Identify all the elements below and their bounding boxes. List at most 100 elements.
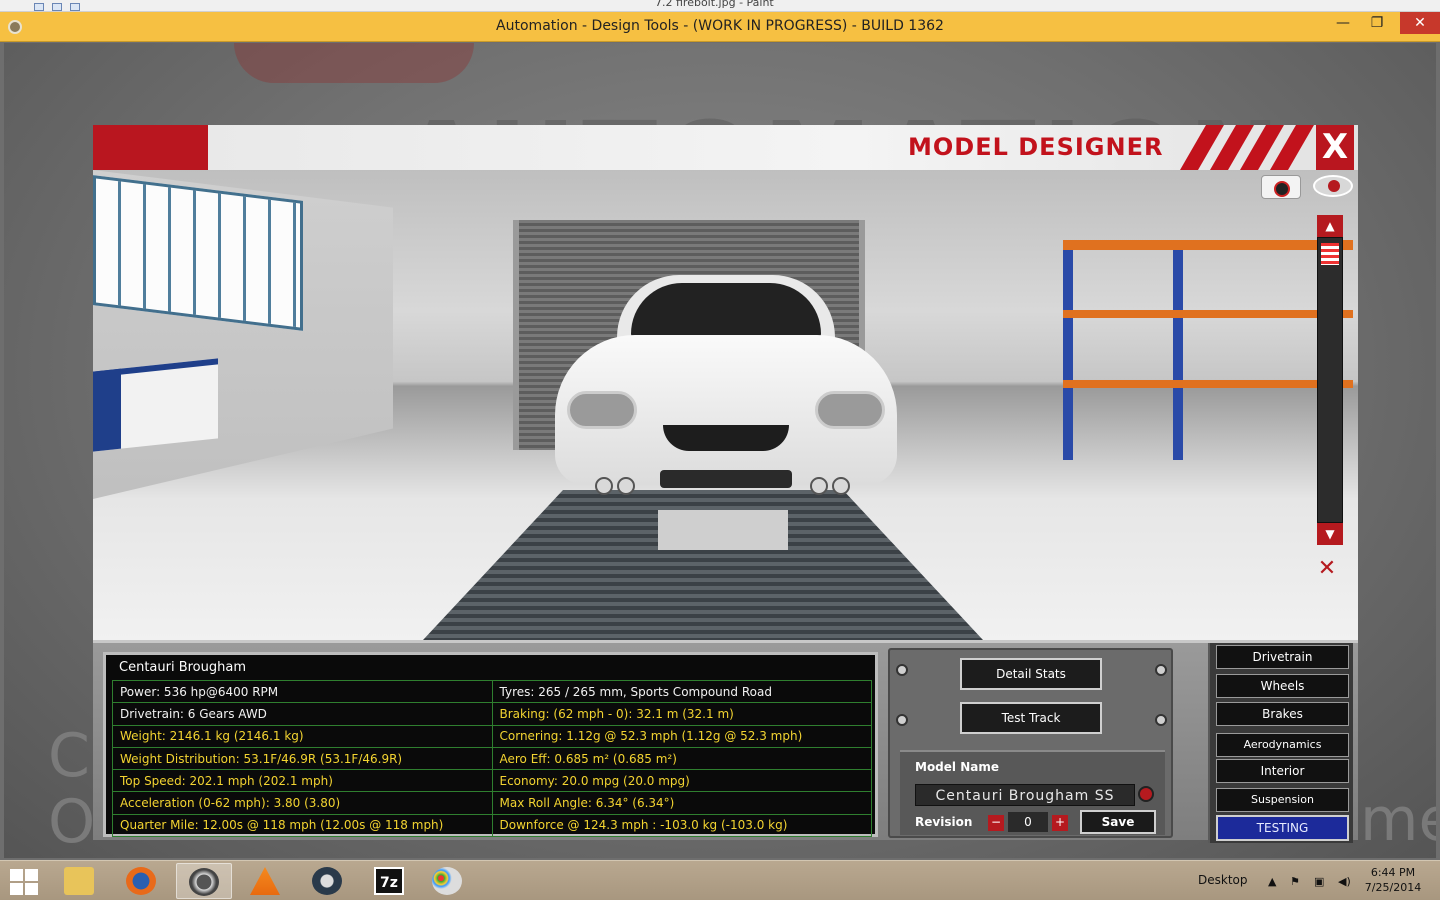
taskbar-vlc[interactable] [238,863,294,899]
stat-cornering: Cornering: 1.12g @ 52.3 mph (1.12g @ 52.… [491,724,872,748]
tray-expand-icon[interactable]: ▲ [1268,875,1276,888]
taskbar-automation[interactable] [176,863,232,899]
camera-icon[interactable] [1261,175,1301,199]
automation-icon [189,868,219,896]
stats-table: Power: 536 hp@6400 RPM Tyres: 265 / 265 m… [112,679,872,838]
stat-top-speed: Top Speed: 202.1 mph (202.1 mph) [112,769,493,793]
flag-icon[interactable]: ⚑ [1290,875,1300,888]
revision-value: 0 [1008,812,1048,832]
shelf-post [1063,250,1073,460]
save-button[interactable]: Save [1080,810,1156,834]
car-lift [658,510,788,550]
taskbar-7zip[interactable]: 7z [362,863,418,899]
category-wheels[interactable]: Wheels [1216,674,1349,698]
zoom-down-button[interactable]: ▼ [1317,523,1343,545]
taskbar-file-explorer[interactable] [52,863,108,899]
stat-weight: Weight: 2146.1 kg (2146.1 kg) [112,724,493,748]
panel-rivet [1155,714,1167,726]
car-headlight-right [815,391,885,429]
fog-light [617,477,635,495]
taskbar-paint[interactable] [420,863,476,899]
stat-aero-eff: Aero Eff: 0.685 m² (0.685 m²) [491,746,872,771]
background-text-right: me [1360,785,1436,855]
car-bumper-intake [660,470,792,488]
stat-power: Power: 536 hp@6400 RPM [112,679,493,704]
7zip-icon: 7z [374,867,404,895]
stats-row: Weight Distribution: 53.1F/46.9R (53.1F/… [112,746,872,771]
zoom-scroll-thumb[interactable] [1321,243,1339,265]
close-designer-button[interactable]: X [1316,125,1354,170]
car-headlight-left [567,391,637,429]
designer-header [93,125,1358,170]
background-car-image [234,43,474,83]
category-brakes[interactable]: Brakes [1216,702,1349,726]
window-titlebar: Automation - Design Tools - (WORK IN PRO… [0,12,1440,42]
stat-drivetrain: Drivetrain: 6 Gears AWD [112,702,493,726]
shelf-post [1173,250,1183,460]
clock-time: 6:44 PM [1370,866,1416,879]
category-interior[interactable]: Interior [1216,759,1349,783]
clock-date: 7/25/2014 [1364,881,1422,894]
category-testing[interactable]: TESTING [1216,815,1349,841]
stat-roll-angle: Max Roll Angle: 6.34° (6.34°) [491,791,872,815]
firefox-icon [126,867,156,895]
network-icon[interactable]: ▣ [1314,875,1324,888]
car-windshield [631,283,821,339]
fog-light [832,477,850,495]
stat-acceleration: Acceleration (0-62 mph): 3.80 (3.80) [112,791,493,815]
category-drivetrain[interactable]: Drivetrain [1216,645,1349,669]
close-window-button[interactable]: ✕ [1400,12,1440,34]
stat-tyres: Tyres: 265 / 265 mm, Sports Compound Roa… [491,679,872,704]
zoom-up-button[interactable]: ▲ [1317,215,1343,237]
system-clock[interactable]: 6:44 PM 7/25/2014 [1364,865,1422,895]
category-aerodynamics[interactable]: Aerodynamics [1216,733,1349,757]
panel-rivet [1155,664,1167,676]
taskbar: 7z Desktop ▲ ⚑ ▣ ◀) 6:44 PM 7/25/2014 [0,860,1440,900]
paint-title: 7.2 firebolt.jpg - Paint [655,0,774,9]
maximize-button[interactable]: ❐ [1362,12,1392,42]
steam-icon [312,867,342,895]
revision-increment-button[interactable]: + [1052,815,1068,831]
reset-name-icon[interactable] [1138,786,1154,802]
designer-title: MODEL DESIGNER [908,133,1164,161]
stats-row: Drivetrain: 6 Gears AWD Braking: (62 mph … [112,702,872,726]
background-text-left: CO [48,721,96,857]
model-name-input[interactable]: Centauri Brougham SS [915,784,1135,806]
shelf-board [1063,380,1353,388]
shelf-board [1063,310,1353,318]
stats-panel: Centauri Brougham Power: 536 hp@6400 RPM… [103,652,878,838]
stat-downforce: Downforce @ 124.3 mph : -103.0 kg (-103.… [491,813,872,838]
eye-icon[interactable] [1313,175,1353,197]
quick-access-toolbar[interactable] [34,1,104,11]
windows-start-icon[interactable] [10,869,40,895]
desktop-toolbar-label[interactable]: Desktop [1198,873,1248,887]
revision-label: Revision [915,815,973,829]
fog-light [810,477,828,495]
car-3d-viewport[interactable] [93,170,1358,640]
taskbar-steam[interactable] [300,863,356,899]
revision-decrement-button[interactable]: − [988,815,1004,831]
stats-row: Power: 536 hp@6400 RPM Tyres: 265 / 265 m… [112,679,872,704]
test-track-button[interactable]: Test Track [960,702,1102,734]
zoom-scrollbar[interactable] [1317,237,1343,523]
model-name-label: Model Name [915,760,999,774]
model-name-section: Model Name Centauri Brougham SS Revision… [900,750,1165,835]
stat-economy: Economy: 20.0 mpg (20.0 mpg) [491,769,872,793]
stats-row: Weight: 2146.1 kg (2146.1 kg) Cornering: … [112,724,872,748]
stats-row: Acceleration (0-62 mph): 3.80 (3.80) Max … [112,791,872,815]
reset-camera-icon[interactable]: ✕ [1307,557,1347,581]
window-title: Automation - Design Tools - (WORK IN PRO… [496,18,944,34]
bottom-panel: Centauri Brougham Power: 536 hp@6400 RPM… [93,640,1358,843]
stats-row: Quarter Mile: 12.00s @ 118 mph (12.00s @… [112,813,872,838]
detail-stats-button[interactable]: Detail Stats [960,658,1102,690]
volume-icon[interactable]: ◀) [1338,875,1351,888]
background-paint-window: 7.2 firebolt.jpg - Paint [0,0,1440,12]
panel-rivet [896,664,908,676]
stats-row: Top Speed: 202.1 mph (202.1 mph) Economy:… [112,769,872,793]
stat-braking: Braking: (62 mph - 0): 32.1 m (32.1 m) [491,702,872,726]
minimize-button[interactable]: — [1328,12,1358,42]
garage-cabinet [93,358,218,452]
stat-quarter-mile: Quarter Mile: 12.00s @ 118 mph (12.00s @… [112,813,493,838]
category-suspension[interactable]: Suspension [1216,788,1349,812]
taskbar-firefox[interactable] [114,863,170,899]
